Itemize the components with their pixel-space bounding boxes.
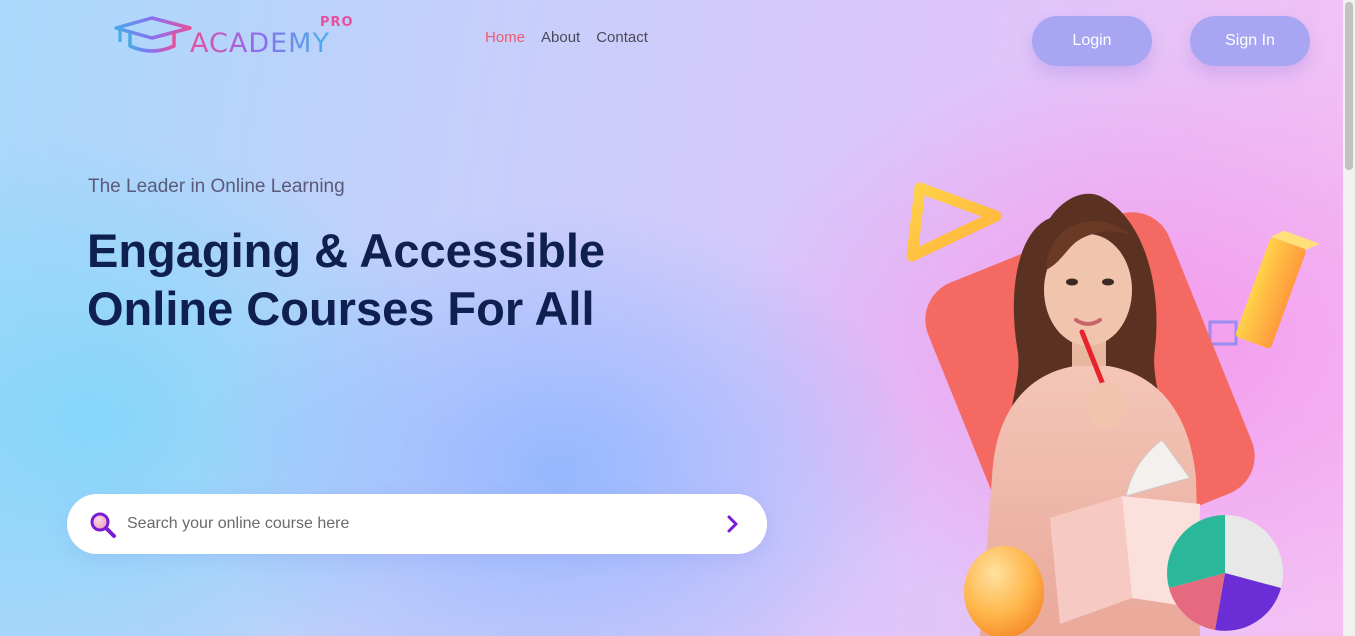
scrollbar-thumb[interactable] (1345, 2, 1353, 170)
search-input[interactable] (127, 508, 687, 540)
hero-headline: Engaging & Accessible Online Courses For… (87, 224, 606, 335)
yellow-block-shape (1235, 230, 1320, 349)
nav-about[interactable]: About (541, 29, 580, 46)
outline-square-shape (1208, 320, 1238, 346)
logo-text: ACADEMY (190, 28, 330, 59)
sign-in-button[interactable]: Sign In (1190, 16, 1310, 66)
triangle-shape (906, 182, 1002, 262)
pie-chart-decoration (1167, 515, 1283, 631)
course-search-bar (67, 494, 767, 554)
page-scrollbar[interactable] (1343, 0, 1355, 636)
chevron-right-icon[interactable] (722, 513, 744, 535)
hero-illustration (906, 182, 1320, 636)
hero-tagline: The Leader in Online Learning (88, 176, 345, 197)
logo[interactable]: PRO ACADEMY (112, 14, 362, 62)
nav-contact[interactable]: Contact (596, 29, 648, 46)
search-icon[interactable] (89, 511, 117, 539)
main-nav: Home About Contact (485, 29, 648, 46)
nav-home[interactable]: Home (485, 29, 525, 46)
graduation-cap-icon (114, 16, 192, 53)
orange-ball-shape (964, 546, 1044, 636)
login-button[interactable]: Login (1032, 16, 1152, 66)
